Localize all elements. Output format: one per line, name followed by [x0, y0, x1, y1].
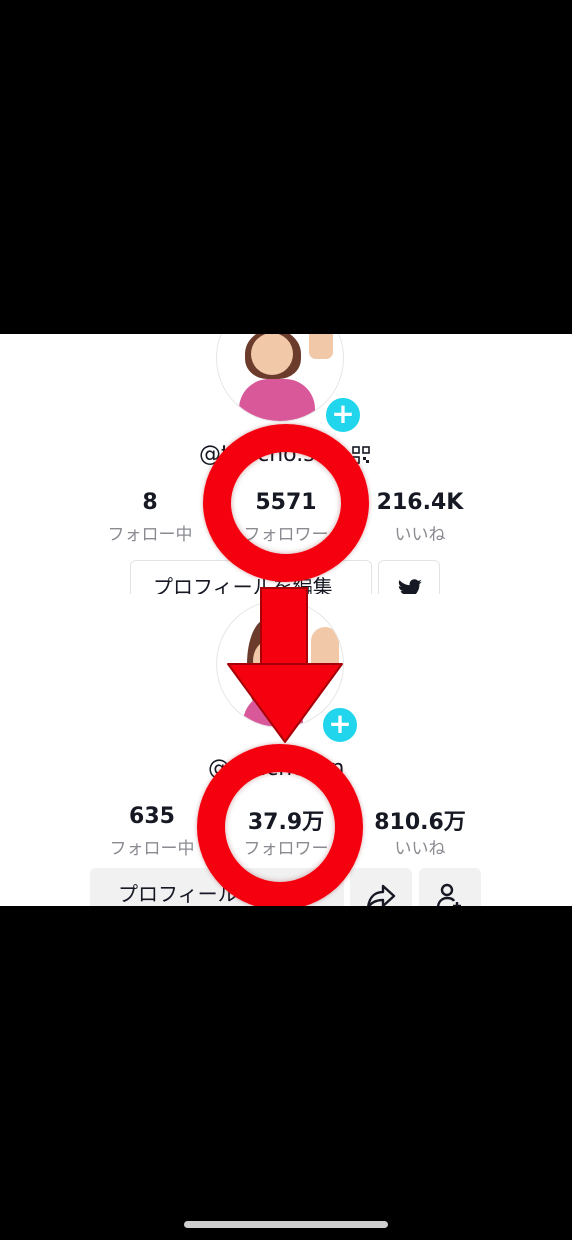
highlight-circle-followers-before [203, 424, 369, 582]
letterbox-bottom [0, 906, 572, 1240]
likes-label: いいね [394, 525, 446, 545]
likes-count[interactable]: 216.4K [350, 490, 490, 515]
share-button[interactable] [350, 868, 412, 906]
following-count[interactable]: 8 [80, 490, 220, 515]
twitter-button[interactable] [378, 560, 440, 594]
share-icon [367, 884, 396, 906]
plus-icon[interactable]: + [323, 395, 363, 435]
add-friend-button[interactable] [419, 868, 481, 906]
home-indicator[interactable] [184, 1221, 388, 1228]
twitter-icon [398, 579, 422, 594]
profile-avatar[interactable] [216, 600, 344, 728]
add-friend-icon [436, 883, 461, 906]
likes-label: いいね [394, 839, 446, 859]
following-label: フォロー中 [107, 525, 193, 545]
likes-count[interactable]: 810.6万 [350, 804, 490, 836]
letterbox-top [0, 0, 572, 334]
highlight-circle-followers-after [197, 744, 363, 910]
plus-icon[interactable]: + [320, 705, 360, 745]
